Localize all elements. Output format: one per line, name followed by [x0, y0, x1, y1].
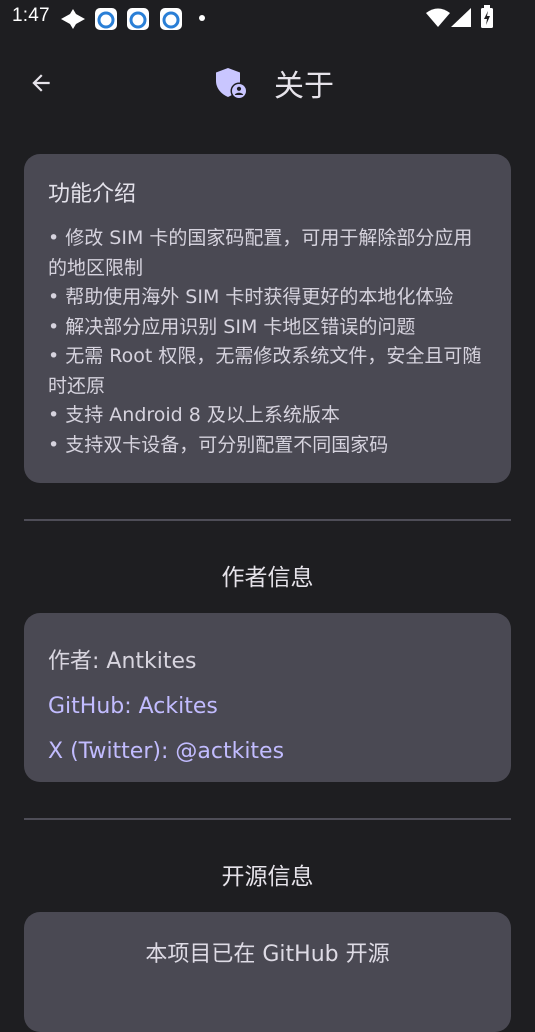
battery-charging-icon [481, 5, 493, 28]
divider [24, 818, 511, 820]
open-source-section-title: 开源信息 [221, 864, 314, 890]
feature-item: • 支持双卡设备，可分别配置不同国家码 [48, 433, 389, 456]
dot-icon [199, 15, 205, 21]
author-card: 作者: Antkites GitHub: Ackites X (Twitter)… [24, 613, 511, 782]
author-section-title: 作者信息 [221, 565, 314, 591]
twitter-link[interactable]: X (Twitter): @actkites [48, 729, 487, 774]
app-notification-icon [127, 8, 149, 30]
app-bar: 关于 [0, 50, 535, 116]
feature-item: • 无需 Root 权限，无需修改系统文件，安全且可随时还原 [48, 345, 482, 397]
app-notification-icon [95, 8, 117, 30]
arrow-back-icon [32, 74, 50, 92]
feature-item: • 解决部分应用识别 SIM 卡地区错误的问题 [48, 315, 416, 338]
open-source-card: 本项目已在 GitHub 开源 [24, 912, 511, 1032]
shield-user-icon [216, 68, 248, 100]
wifi-icon [426, 8, 450, 27]
status-bar: 1:47 [0, 0, 535, 36]
app-notification-icon [160, 8, 182, 30]
feature-item: • 帮助使用海外 SIM 卡时获得更好的本地化体验 [48, 286, 454, 308]
signal-icon [451, 8, 471, 27]
features-heading: 功能介绍 [48, 182, 137, 207]
status-time: 1:47 [12, 5, 50, 26]
open-source-text: 本项目已在 GitHub 开源 [145, 942, 390, 967]
features-list: • 修改 SIM 卡的国家码配置，可用于解除部分应用的地区限制 • 帮助使用海外… [48, 224, 487, 460]
feature-item: • 支持 Android 8 及以上系统版本 [48, 404, 340, 426]
diamond-network-icon [61, 9, 85, 29]
title-area: 关于 [214, 64, 334, 104]
divider [24, 519, 511, 521]
features-card: 功能介绍 • 修改 SIM 卡的国家码配置，可用于解除部分应用的地区限制 • 帮… [24, 154, 511, 483]
author-name: 作者: Antkites [48, 649, 197, 674]
feature-item: • 修改 SIM 卡的国家码配置，可用于解除部分应用的地区限制 [48, 227, 473, 279]
back-button[interactable] [22, 64, 60, 102]
page-title: 关于 [274, 69, 334, 104]
github-link[interactable]: GitHub: Ackites [48, 684, 487, 729]
